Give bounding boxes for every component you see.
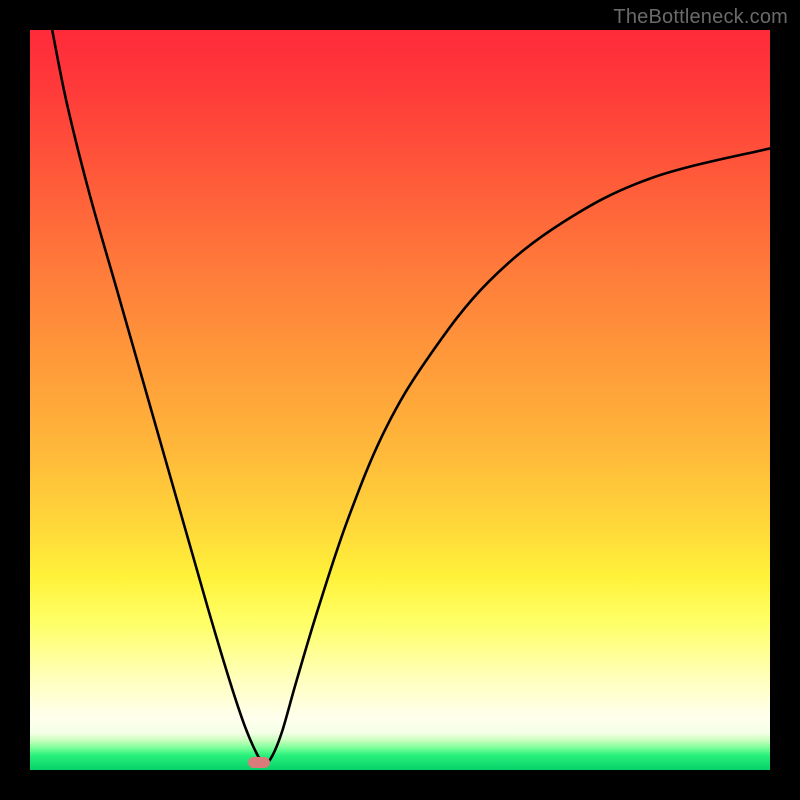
bottleneck-curve (30, 30, 770, 770)
chart-frame: TheBottleneck.com (0, 0, 800, 800)
plot-area (30, 30, 770, 770)
watermark: TheBottleneck.com (613, 6, 788, 29)
minimum-marker (248, 757, 270, 768)
